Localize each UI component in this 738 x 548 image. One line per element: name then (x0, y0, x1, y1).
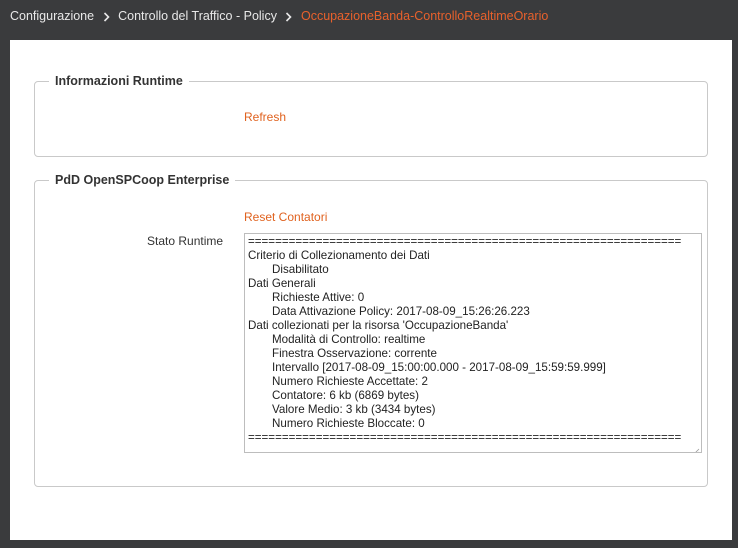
stato-runtime-line: Finestra Osservazione: corrente (272, 347, 437, 360)
stato-runtime-content: ========================================… (245, 234, 701, 445)
chevron-right-icon (277, 9, 301, 23)
stato-runtime-line: Dati collezionati per la risorsa 'Occupa… (248, 319, 509, 332)
stato-runtime-line: Data Attivazione Policy: 2017-08-09_15:2… (272, 305, 530, 318)
runtime-info-legend: Informazioni Runtime (55, 74, 183, 88)
stato-runtime-line: Modalità di Controllo: realtime (272, 333, 426, 346)
stato-runtime-line: Numero Richieste Bloccate: 0 (272, 417, 425, 430)
stato-runtime-line: Numero Richieste Accettate: 2 (272, 375, 428, 388)
stato-runtime-label: Stato Runtime (147, 234, 224, 248)
stato-runtime-line: Contatore: 6 kb (6869 bytes) (272, 389, 419, 402)
stato-runtime-line: ========================================… (248, 431, 682, 444)
stato-runtime-line: Dati Generali (248, 277, 316, 290)
stato-runtime-line: Valore Medio: 3 kb (3434 bytes) (272, 403, 436, 416)
stato-runtime-line: ========================================… (248, 235, 682, 248)
stato-runtime-textarea[interactable]: ========================================… (244, 233, 702, 453)
breadcrumb-configurazione[interactable]: Configurazione (10, 9, 94, 23)
chevron-right-icon (94, 9, 118, 23)
pdd-legend: PdD OpenSPCoop Enterprise (55, 173, 230, 187)
stato-runtime-line: Richieste Attive: 0 (272, 291, 365, 304)
reset-contatori-link[interactable]: Reset Contatori (244, 210, 327, 224)
stato-runtime-line: Criterio di Collezionamento dei Dati (248, 249, 430, 262)
stato-runtime-line: Disabilitato (272, 263, 329, 276)
breadcrumb: Configurazione Controllo del Traffico - … (10, 0, 548, 32)
main-panel: Informazioni Runtime Refresh PdD OpenSPC… (10, 40, 732, 540)
runtime-info-section: Informazioni Runtime Refresh (34, 74, 708, 157)
refresh-link[interactable]: Refresh (244, 110, 286, 124)
breadcrumb-controllo-traffico[interactable]: Controllo del Traffico - Policy (118, 9, 277, 23)
stato-runtime-line: Intervallo [2017-08-09_15:00:00.000 - 20… (272, 361, 606, 374)
breadcrumb-current-policy: OccupazioneBanda-ControlloRealtimeOrario (300, 9, 549, 23)
resize-handle-icon[interactable] (692, 443, 700, 452)
pdd-section: PdD OpenSPCoop Enterprise Reset Contator… (34, 173, 708, 487)
